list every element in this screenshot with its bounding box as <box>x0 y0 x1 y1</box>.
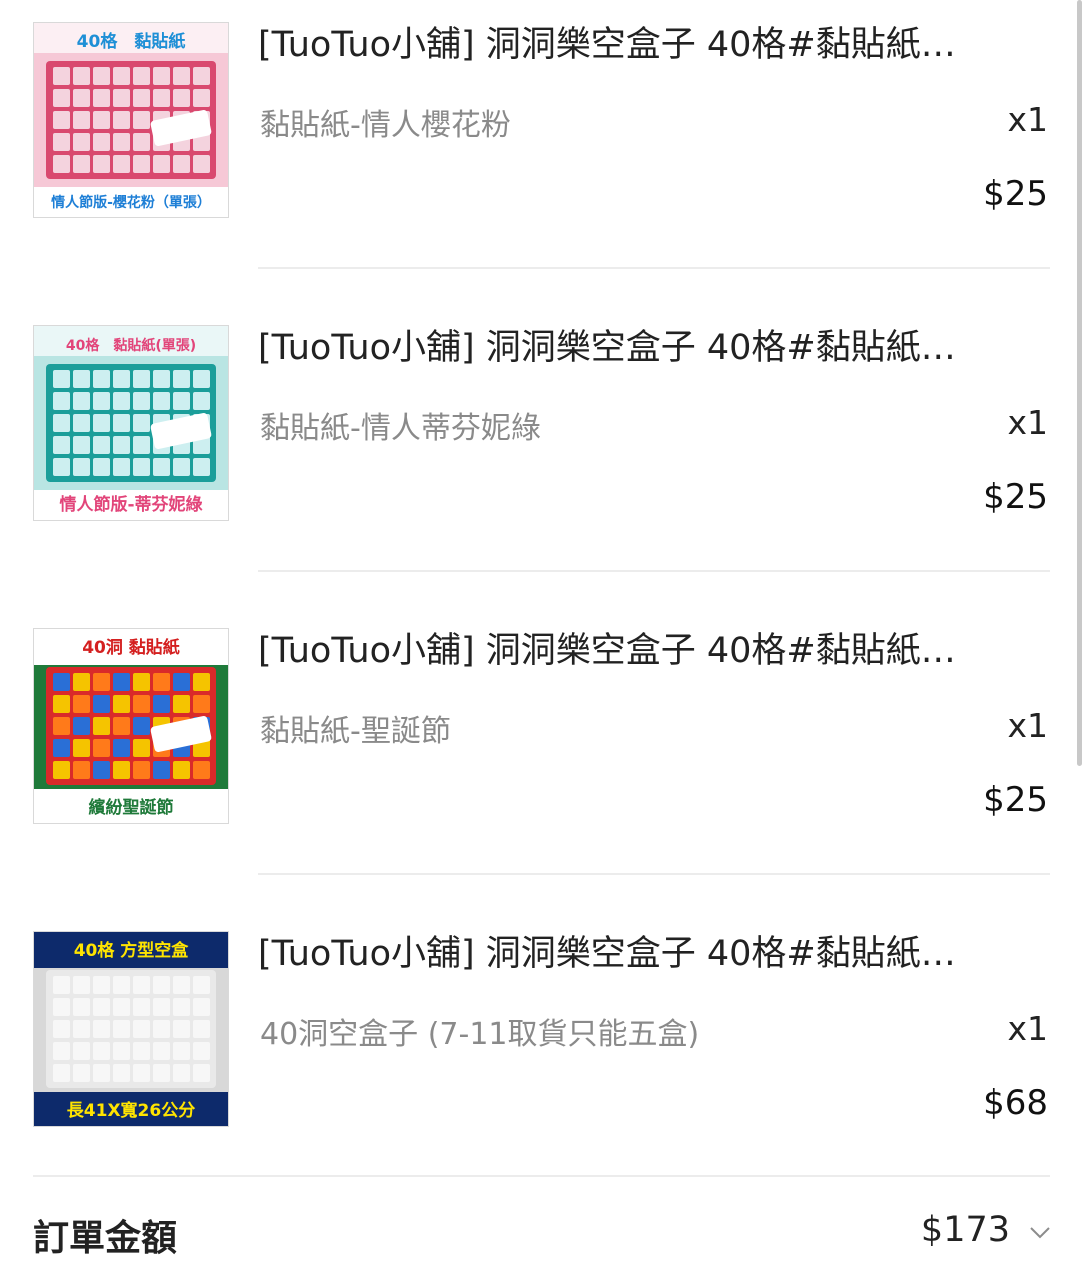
order-item[interactable]: 40格 黏貼紙情人節版-櫻花粉（單張） [TuoTuo小舖] 洞洞樂空盒子 40格… <box>0 0 1084 303</box>
thumb-bottom-text: 繽紛聖誕節 <box>89 797 174 818</box>
product-quantity: x1 <box>1007 403 1048 442</box>
thumb-bottom-text: 情人節版-蒂芬妮綠 <box>59 494 203 515</box>
thumb-top-text: 40洞 黏貼紙 <box>82 637 180 658</box>
product-title[interactable]: [TuoTuo小舖] 洞洞樂空盒子 40格#黏貼紙… <box>258 628 1028 674</box>
thumb-top-text: 40格 黏貼紙(單張) <box>66 337 196 354</box>
product-thumbnail[interactable]: 40格 黏貼紙情人節版-櫻花粉（單張） <box>33 22 229 218</box>
product-quantity: x1 <box>1007 100 1048 139</box>
thumb-bottom-text: 長41X寬26公分 <box>67 1100 195 1121</box>
product-quantity: x1 <box>1007 1009 1048 1048</box>
item-divider <box>258 873 1050 875</box>
product-title[interactable]: [TuoTuo小舖] 洞洞樂空盒子 40格#黏貼紙… <box>258 325 1028 371</box>
product-price: $68 <box>983 1083 1048 1123</box>
chevron-down-icon[interactable] <box>1028 1222 1052 1242</box>
product-variant: 黏貼紙-情人櫻花粉 <box>260 108 511 143</box>
thumb-top-text: 40格 方型空盒 <box>74 940 190 961</box>
item-divider <box>258 267 1050 269</box>
order-item[interactable]: 40洞 黏貼紙 繽紛聖誕節 [TuoTuo小舖] 洞洞樂空盒子 40格#黏貼紙… 黏貼… <box>0 606 1084 909</box>
product-thumbnail[interactable]: 40洞 黏貼紙 繽紛聖誕節 <box>33 628 229 824</box>
product-thumbnail[interactable]: 40格 方型空盒 長41X寬26公分 <box>33 931 229 1127</box>
order-amount-label: 訂單金額 <box>33 1218 178 1259</box>
order-item[interactable]: 40格 黏貼紙(單張) 情人節版-蒂芬妮綠 [TuoTuo小舖] 洞洞樂空盒子 40… <box>0 303 1084 606</box>
product-variant: 黏貼紙-情人蒂芬妮綠 <box>260 411 541 446</box>
product-price: $25 <box>983 477 1048 517</box>
product-quantity: x1 <box>1007 706 1048 745</box>
product-variant: 40洞空盒子 (7-11取貨只能五盒) <box>260 1017 700 1052</box>
summary-divider <box>33 1175 1050 1177</box>
product-price: $25 <box>983 174 1048 214</box>
product-title[interactable]: [TuoTuo小舖] 洞洞樂空盒子 40格#黏貼紙… <box>258 22 1028 68</box>
item-divider <box>258 570 1050 572</box>
thumb-top-text: 40格 黏貼紙 <box>77 31 186 52</box>
thumb-bottom-text: 情人節版-櫻花粉（單張） <box>51 194 211 211</box>
scrollbar[interactable] <box>1077 0 1082 766</box>
product-title[interactable]: [TuoTuo小舖] 洞洞樂空盒子 40格#黏貼紙… <box>258 931 1028 977</box>
order-item[interactable]: 40格 方型空盒 長41X寬26公分 [TuoTuo小舖] 洞洞樂空盒子 40格#黏… <box>0 909 1084 1212</box>
product-price: $25 <box>983 780 1048 820</box>
order-amount-total[interactable]: $173 <box>921 1210 1010 1250</box>
product-thumbnail[interactable]: 40格 黏貼紙(單張) 情人節版-蒂芬妮綠 <box>33 325 229 521</box>
product-variant: 黏貼紙-聖誕節 <box>260 714 451 749</box>
